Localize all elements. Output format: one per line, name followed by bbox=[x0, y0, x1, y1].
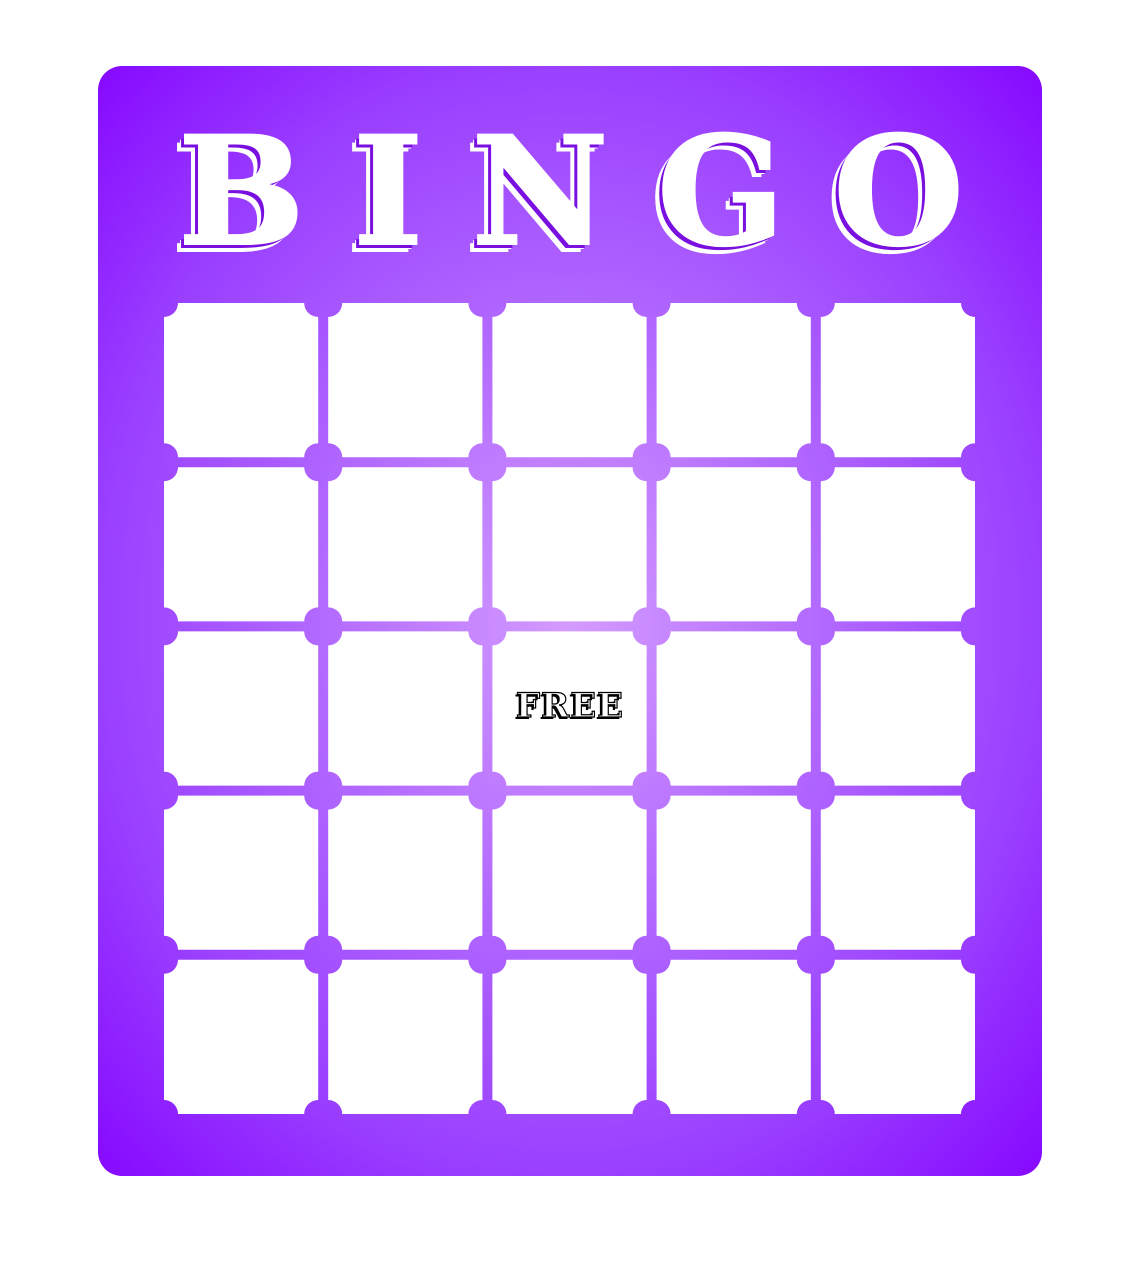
bingo-cell[interactable] bbox=[328, 631, 483, 786]
bingo-cell[interactable] bbox=[492, 959, 647, 1114]
bingo-cell[interactable] bbox=[656, 303, 811, 458]
bingo-cell[interactable] bbox=[656, 795, 811, 950]
bingo-cell[interactable] bbox=[164, 631, 319, 786]
bingo-cell[interactable] bbox=[328, 303, 483, 458]
bingo-cell[interactable] bbox=[492, 795, 647, 950]
bingo-cell[interactable] bbox=[164, 303, 319, 458]
bingo-cell[interactable] bbox=[820, 795, 975, 950]
bingo-cell[interactable] bbox=[656, 959, 811, 1114]
bingo-cell[interactable] bbox=[328, 959, 483, 1114]
bingo-grid bbox=[164, 303, 975, 1114]
bingo-cell[interactable] bbox=[492, 303, 647, 458]
bingo-cell[interactable] bbox=[820, 467, 975, 622]
bingo-cell[interactable] bbox=[328, 795, 483, 950]
bingo-cell[interactable] bbox=[656, 467, 811, 622]
bingo-cell[interactable] bbox=[164, 795, 319, 950]
free-space-label: FREE bbox=[515, 685, 625, 726]
bingo-cell[interactable] bbox=[492, 467, 647, 622]
bingo-cell[interactable] bbox=[328, 467, 483, 622]
bingo-cell[interactable] bbox=[820, 959, 975, 1114]
bingo-cell[interactable] bbox=[164, 467, 319, 622]
bingo-cell[interactable] bbox=[820, 303, 975, 458]
bingo-cell[interactable] bbox=[656, 631, 811, 786]
bingo-cell[interactable] bbox=[820, 631, 975, 786]
bingo-cell[interactable] bbox=[164, 959, 319, 1114]
